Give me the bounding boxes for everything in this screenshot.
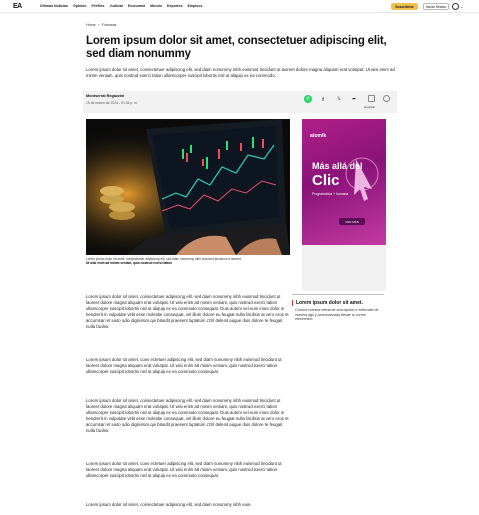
subscribe-button[interactable]: Suscribirse: [391, 3, 418, 10]
image-caption-text: Lorem ipsum dolor sit amet, consectetuer…: [86, 257, 241, 261]
sidebar-divider: [292, 294, 384, 295]
share-icon[interactable]: ➦: [350, 95, 358, 103]
sidebar-promo-text: Conoce nuestra oferta de suscripción e i…: [295, 308, 379, 321]
nav-item-ultimas-noticias[interactable]: Últimas Noticias: [40, 4, 68, 8]
article-paragraph: Lorem ipsum dolor sit amet, consectetuer…: [86, 502, 252, 507]
nav-item-perfiles[interactable]: Perfiles: [92, 4, 105, 8]
comments-icon[interactable]: [383, 95, 390, 102]
ad-placeholder: [302, 245, 386, 291]
chevron-down-icon[interactable]: ⌄: [460, 4, 463, 9]
article-paragraph: Lorem ipsum dolor sit amet, cons ectetue…: [86, 357, 282, 375]
nav-item-judicial[interactable]: Judicial: [110, 4, 123, 8]
site-logo[interactable]: EA: [13, 3, 22, 10]
top-navigation-bar: EA Últimas Noticias Opinión Perfiles Jud…: [0, 0, 479, 13]
whatsapp-icon[interactable]: ✆: [304, 95, 312, 103]
sidebar-promo-title: Lorem ipsum dolor sit amet.: [292, 300, 384, 306]
nav-item-economia[interactable]: Economía: [128, 4, 145, 8]
ad-headline-2: Clic: [312, 172, 340, 189]
sidebar-promo[interactable]: Lorem ipsum dolor sit amet. Conoce nuest…: [292, 294, 384, 322]
x-icon[interactable]: 𝕏: [335, 95, 343, 103]
article-paragraph: Lorem ipsum dolor sit amet, cons ectetue…: [86, 461, 282, 479]
nav-item-opinion[interactable]: Opinión: [73, 4, 87, 8]
breadcrumb-section[interactable]: Finanzas: [102, 23, 117, 27]
image-caption: Lorem ipsum dolor sit amet, consectetuer…: [86, 257, 290, 266]
nav-item-empleos[interactable]: Empleos: [187, 4, 202, 8]
image-caption-bold: Ut wisi enim ad minim veniam, quis nostr…: [86, 261, 173, 266]
ad-cta-button[interactable]: VER MÁS: [339, 218, 365, 225]
bookmark-icon[interactable]: [368, 95, 375, 102]
article-paragraph: Lorem ipsum dolor sit amet, consectetuer…: [86, 398, 289, 434]
user-icon[interactable]: [452, 3, 459, 10]
ad-subtitle: Programática + humana: [312, 192, 349, 196]
trading-laptop-image: [86, 119, 290, 255]
article-paragraph: Lorem ipsum dolor sit amet, consectetuer…: [86, 294, 289, 330]
ad-headline-1: Más allá del: [312, 161, 363, 171]
breadcrumb: Home > Finanzas: [86, 23, 116, 27]
article-title: Lorem ipsum dolor sit amet, consectetuer…: [86, 35, 387, 60]
nav-item-deportes[interactable]: Deportes: [167, 4, 183, 8]
breadcrumb-separator-icon: >: [97, 23, 100, 27]
advertisement-banner[interactable]: atomik Más allá del Clic Programática + …: [302, 119, 386, 245]
article-image: [86, 119, 290, 255]
article-dek: Lorem ipsum dolor sit amet, consectetuer…: [86, 67, 395, 78]
facebook-icon[interactable]: f: [319, 95, 327, 103]
nav-item-mundo[interactable]: Mundo: [150, 4, 162, 8]
main-nav: Últimas Noticias Opinión Perfiles Judici…: [40, 4, 202, 8]
publish-date: 15 de marzo de 2024 - 01:36 p. m.: [86, 101, 139, 105]
save-label[interactable]: Guardar: [364, 105, 375, 109]
login-button[interactable]: Iniciar Sesión: [423, 3, 449, 10]
author-name[interactable]: Montserrat Regazzini: [86, 94, 124, 98]
breadcrumb-home[interactable]: Home: [86, 23, 96, 27]
